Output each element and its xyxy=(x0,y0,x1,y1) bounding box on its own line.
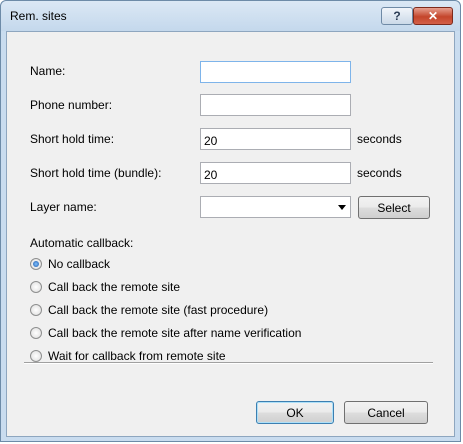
radio-call-back-fast[interactable]: Call back the remote site (fast procedur… xyxy=(30,302,268,318)
cancel-button-label: Cancel xyxy=(367,405,405,420)
radio-button[interactable] xyxy=(30,327,42,339)
divider xyxy=(24,362,433,364)
radio-label: Call back the remote site after name ver… xyxy=(48,326,302,340)
radio-label: No callback xyxy=(48,257,111,271)
radio-label: Call back the remote site xyxy=(48,280,181,294)
radio-button[interactable] xyxy=(30,281,42,293)
select-button[interactable]: Select xyxy=(358,196,430,219)
phone-number-field[interactable] xyxy=(200,94,351,116)
ok-button-label: OK xyxy=(286,405,304,420)
chevron-down-icon xyxy=(338,205,346,210)
radio-button[interactable] xyxy=(30,258,42,270)
layer-name-label: Layer name: xyxy=(30,200,97,214)
radio-call-back-remote[interactable]: Call back the remote site xyxy=(30,279,180,295)
title-bar: Rem. sites ? ✕ xyxy=(1,1,460,31)
radio-button[interactable] xyxy=(30,304,42,316)
short-hold-time-bundle-unit: seconds xyxy=(357,166,402,180)
cancel-button[interactable]: Cancel xyxy=(344,401,428,424)
name-field[interactable] xyxy=(200,61,351,83)
radio-no-callback[interactable]: No callback xyxy=(30,256,110,272)
short-hold-time-bundle-label: Short hold time (bundle): xyxy=(30,166,162,180)
short-hold-time-label: Short hold time: xyxy=(30,132,115,146)
phone-number-label: Phone number: xyxy=(30,98,113,112)
short-hold-time-unit: seconds xyxy=(357,132,402,146)
radio-label: Wait for callback from remote site xyxy=(48,349,226,363)
dialog-window: Rem. sites ? ✕ Name: Phone number: Short… xyxy=(0,0,461,442)
short-hold-time-field[interactable] xyxy=(200,128,351,150)
close-icon: ✕ xyxy=(427,9,439,23)
short-hold-time-bundle-field[interactable] xyxy=(200,162,351,184)
radio-call-back-name-verification[interactable]: Call back the remote site after name ver… xyxy=(30,325,301,341)
name-label: Name: xyxy=(30,64,66,78)
help-button[interactable]: ? xyxy=(381,7,413,25)
window-title: Rem. sites xyxy=(10,9,67,23)
radio-label: Call back the remote site (fast procedur… xyxy=(48,303,269,317)
layer-name-dropdown[interactable] xyxy=(200,196,351,218)
dialog-body: Name: Phone number: Short hold time: sec… xyxy=(6,31,455,437)
radio-button[interactable] xyxy=(30,350,42,362)
help-icon: ? xyxy=(393,9,401,23)
ok-button[interactable]: OK xyxy=(256,401,334,424)
select-button-label: Select xyxy=(377,200,411,215)
automatic-callback-label: Automatic callback: xyxy=(30,236,134,250)
close-button[interactable]: ✕ xyxy=(413,7,453,25)
